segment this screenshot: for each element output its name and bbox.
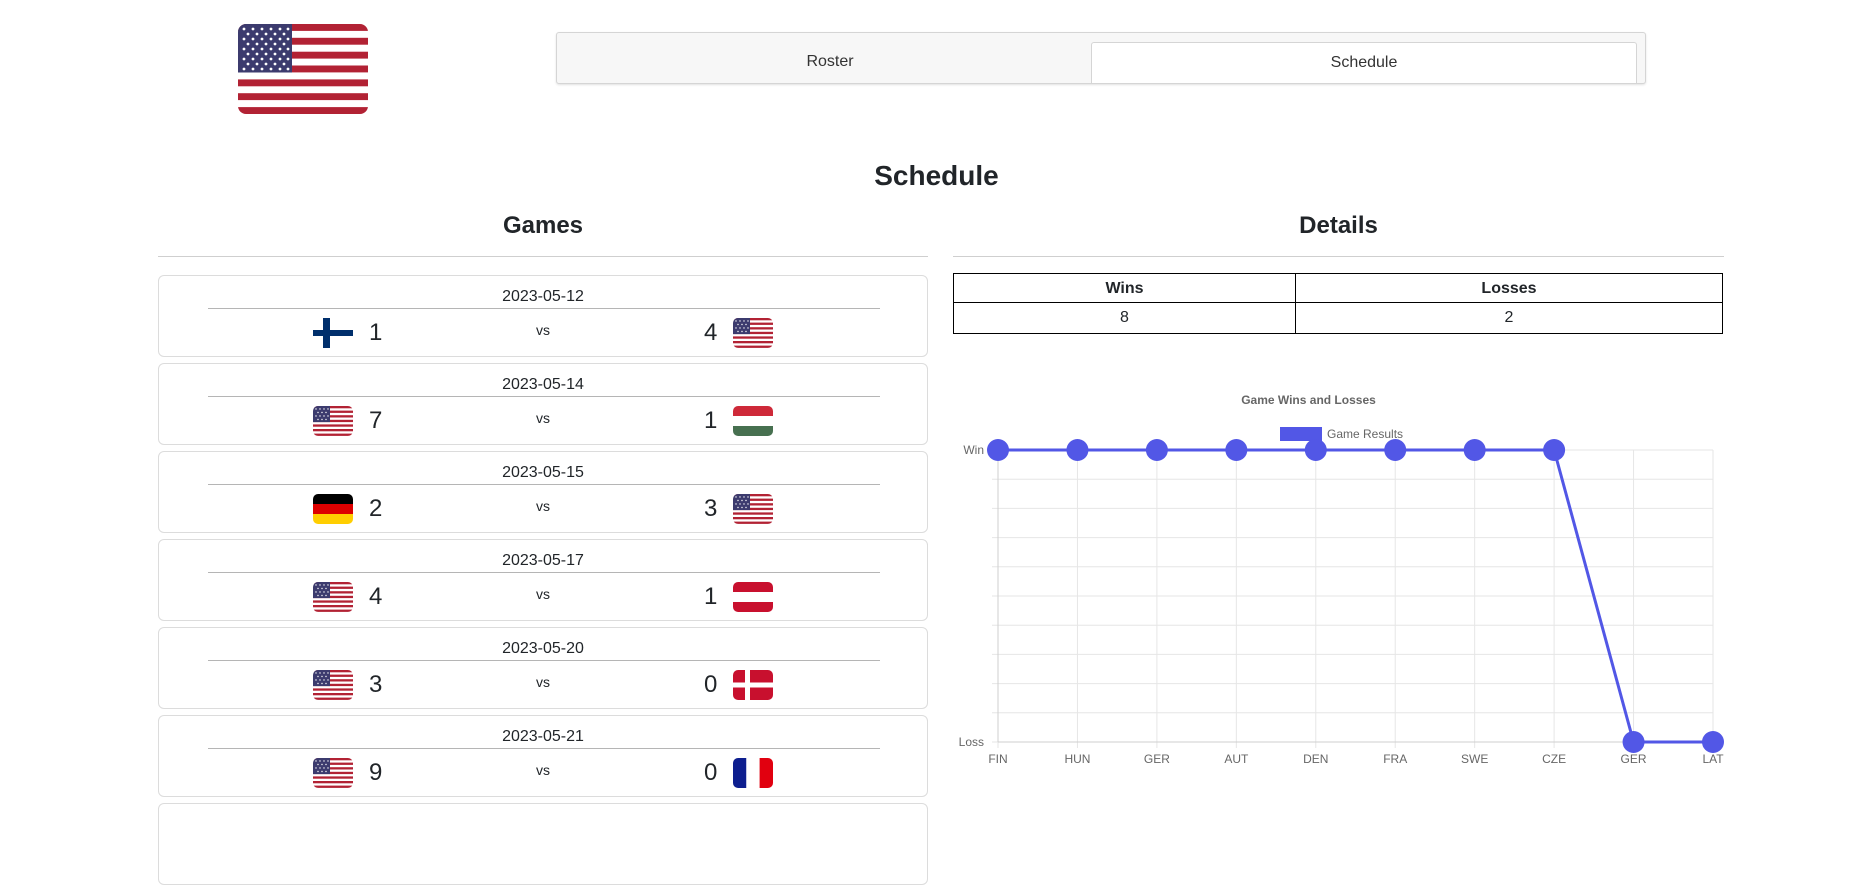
- vs-label: vs: [536, 762, 550, 778]
- aut-flag-icon: [733, 582, 773, 612]
- data-point: [1304, 439, 1327, 461]
- x-tick-label: GER: [1621, 752, 1647, 766]
- usa-flag-icon: [733, 318, 773, 348]
- game-divider: [208, 484, 880, 485]
- x-tick-label: SWE: [1461, 752, 1488, 766]
- x-tick-label: AUT: [1224, 752, 1249, 766]
- win-loss-table: Wins Losses 8 2: [953, 273, 1723, 334]
- den-flag-icon: [733, 670, 773, 700]
- games-heading: Games: [502, 212, 584, 239]
- details-divider: [953, 256, 1724, 257]
- x-tick-label: CZE: [1542, 752, 1566, 766]
- game-card[interactable]: 2023-05-15 2 vs 3: [158, 451, 928, 533]
- usa-flag-icon: [733, 494, 773, 524]
- data-point: [1622, 731, 1645, 753]
- team-b-score: 1: [704, 583, 718, 610]
- data-point: [1384, 439, 1407, 461]
- game-divider: [208, 660, 880, 661]
- fra-flag-icon: [733, 758, 773, 788]
- data-point: [1066, 439, 1089, 461]
- game-divider: [208, 396, 880, 397]
- x-tick-label: GER: [1144, 752, 1170, 766]
- data-point: [1702, 731, 1724, 753]
- vs-label: vs: [536, 322, 550, 338]
- hun-flag-icon: [733, 406, 773, 436]
- team-b-score: 0: [704, 759, 718, 786]
- x-tick-label: FIN: [988, 752, 1007, 766]
- data-point: [1463, 439, 1486, 461]
- team-flag-usa: [238, 24, 368, 114]
- team-b-score: 4: [704, 319, 718, 346]
- game-card[interactable]: 2023-05-17 4 vs 1: [158, 539, 928, 621]
- vs-label: vs: [536, 586, 550, 602]
- vs-label: vs: [536, 410, 550, 426]
- data-point: [987, 439, 1009, 461]
- game-card[interactable]: 2023-05-12 1 vs 4: [158, 275, 928, 357]
- details-heading: Details: [1299, 212, 1378, 239]
- game-card[interactable]: 2023-05-21 9 vs 0: [158, 715, 928, 797]
- game-date: 2023-05-15: [502, 464, 584, 481]
- data-point: [1543, 439, 1566, 461]
- tab-schedule[interactable]: Schedule: [1091, 42, 1637, 83]
- page-title: Schedule: [874, 160, 999, 191]
- results-chart-svg: Game Wins and Losses Game Results Win Loss F…: [959, 393, 1724, 766]
- game-date: 2023-05-21: [502, 728, 584, 745]
- game-divider: [208, 748, 880, 749]
- game-card[interactable]: 2023-05-20 3 vs 0: [158, 627, 928, 709]
- game-date: 2023-05-17: [502, 552, 584, 569]
- data-point: [1145, 439, 1168, 461]
- y-tick-label: Win: [963, 443, 984, 457]
- team-b-score: 3: [704, 495, 718, 522]
- x-tick-label: FRA: [1383, 752, 1407, 766]
- wins-header: Wins: [954, 274, 1296, 303]
- game-divider: [208, 308, 880, 309]
- tab-bar: Roster Schedule: [556, 32, 1646, 84]
- game-date: 2023-05-12: [502, 288, 584, 305]
- vs-label: vs: [536, 674, 550, 690]
- game-date: 2023-05-20: [502, 640, 584, 657]
- x-tick-label: HUN: [1064, 752, 1090, 766]
- data-point: [1225, 439, 1248, 461]
- game-divider: [208, 572, 880, 573]
- losses-header: Losses: [1296, 274, 1722, 303]
- x-tick-label: DEN: [1303, 752, 1328, 766]
- x-tick-label: LAT: [1702, 752, 1724, 766]
- tab-roster[interactable]: Roster: [565, 42, 1095, 82]
- legend-swatch: [1280, 427, 1322, 441]
- chart-title: Game Wins and Losses: [1241, 393, 1376, 407]
- game-card[interactable]: [158, 803, 928, 885]
- team-b-score: 0: [704, 671, 718, 698]
- wins-value: 8: [954, 303, 1296, 333]
- vs-label: vs: [536, 498, 550, 514]
- game-card[interactable]: 2023-05-14 7 vs 1: [158, 363, 928, 445]
- results-chart: Game Wins and Losses Game Results Win Loss F…: [953, 380, 1724, 780]
- losses-value: 2: [1504, 309, 1514, 326]
- y-tick-label: Loss: [959, 735, 984, 749]
- team-b-score: 1: [704, 407, 718, 434]
- legend-label: Game Results: [1327, 427, 1403, 441]
- game-date: 2023-05-14: [502, 376, 584, 393]
- games-divider: [158, 256, 928, 257]
- usa-flag-icon: [238, 24, 368, 114]
